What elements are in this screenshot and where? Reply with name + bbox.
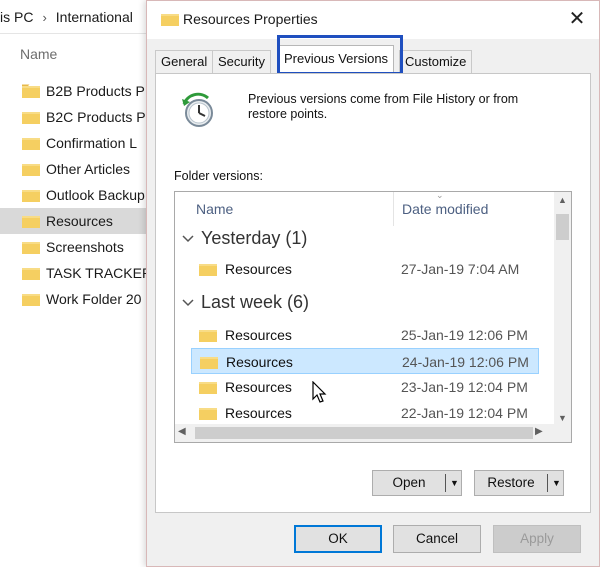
column-header-name[interactable]: Name	[196, 201, 233, 217]
list-item-label: TASK TRACKER	[46, 265, 153, 281]
folder-icon	[199, 262, 217, 276]
table-row-selected[interactable]: Resources 24-Jan-19 12:06 PM	[191, 348, 539, 374]
row-name: Resources	[225, 261, 292, 277]
row-name: Resources	[225, 379, 292, 395]
scrollbar-thumb[interactable]	[556, 214, 569, 240]
column-header-date-modified[interactable]: Date modified	[402, 201, 488, 217]
dialog-title: Resources Properties	[183, 11, 318, 27]
list-item-label: B2B Products P	[46, 83, 145, 99]
horizontal-scrollbar[interactable]: ◀ ▶	[175, 424, 571, 442]
address-bar[interactable]: is PC › International	[0, 0, 160, 34]
folder-icon	[22, 240, 40, 254]
list-item-label: Resources	[46, 213, 113, 229]
tab-customize[interactable]: Customize	[399, 50, 473, 73]
table-row[interactable]: Resources 23-Jan-19 12:04 PM	[191, 374, 539, 400]
folder-icon	[22, 136, 40, 150]
row-date: 22-Jan-19 12:04 PM	[401, 405, 528, 421]
table-row[interactable]: Resources 27-Jan-19 7:04 AM	[191, 256, 539, 282]
folder-icon	[22, 84, 40, 98]
folder-icon	[22, 188, 40, 202]
list-item-label: Outlook Backup	[46, 187, 145, 203]
list-item[interactable]: Outlook Backup	[0, 182, 160, 208]
apply-button[interactable]: Apply	[493, 525, 581, 553]
tab-strip: General Security Previous Versions Custo…	[155, 45, 593, 74]
folder-icon	[22, 162, 40, 176]
restore-split-button[interactable]: Restore ▼	[474, 470, 564, 496]
row-name: Resources	[226, 354, 293, 370]
explorer-file-list: B2B Products P B2C Products P Confirmati…	[0, 78, 160, 312]
tab-previous-versions[interactable]: Previous Versions	[278, 45, 395, 74]
group-header-last-week[interactable]: Last week (6)	[175, 290, 555, 316]
open-split-button[interactable]: Open ▼	[372, 470, 462, 496]
file-history-clock-icon	[178, 90, 218, 130]
table-row[interactable]: Resources 25-Jan-19 12:06 PM	[191, 322, 539, 348]
row-date: 25-Jan-19 12:06 PM	[401, 327, 528, 343]
list-item[interactable]: Screenshots	[0, 234, 160, 260]
ok-button[interactable]: OK	[294, 525, 382, 553]
group-label: Yesterday (1)	[201, 228, 308, 248]
row-date: 27-Jan-19 7:04 AM	[401, 261, 520, 277]
folder-versions-list[interactable]: Name ⌄ Date modified Yesterday (1) Resou…	[174, 191, 572, 443]
scroll-left-icon[interactable]: ◀	[178, 426, 186, 437]
list-item-label: Screenshots	[46, 239, 124, 255]
breadcrumb-international[interactable]: International	[56, 0, 133, 33]
folder-icon	[22, 292, 40, 306]
cancel-button[interactable]: Cancel	[393, 525, 481, 553]
breadcrumb-separator: ›	[42, 10, 47, 25]
column-header-row: Name ⌄ Date modified	[175, 192, 555, 226]
folder-icon	[22, 214, 40, 228]
folder-icon	[200, 355, 218, 369]
table-row[interactable]: Resources 22-Jan-19 12:04 PM	[191, 400, 539, 426]
restore-button-label[interactable]: Restore	[475, 475, 547, 490]
chevron-down-icon[interactable]	[181, 230, 195, 244]
tab-security[interactable]: Security	[212, 50, 271, 73]
folder-versions-label: Folder versions:	[174, 169, 263, 183]
group-label: Last week (6)	[201, 292, 310, 312]
list-item[interactable]: Other Articles	[0, 156, 160, 182]
list-item-label: B2C Products P	[46, 109, 146, 125]
scrollbar-thumb[interactable]	[195, 427, 533, 439]
close-icon[interactable]: ✕	[565, 7, 589, 31]
scroll-down-icon[interactable]: ▼	[554, 413, 571, 423]
scroll-up-icon[interactable]: ▲	[554, 195, 571, 205]
open-button-label[interactable]: Open	[373, 475, 445, 490]
info-text: Previous versions come from File History…	[248, 92, 519, 121]
folder-icon	[199, 380, 217, 394]
row-date: 24-Jan-19 12:06 PM	[402, 354, 529, 370]
scroll-right-icon[interactable]: ▶	[535, 426, 543, 437]
list-item-label: Work Folder 20	[46, 291, 142, 307]
chevron-down-icon[interactable]	[181, 294, 195, 308]
properties-dialog: Resources Properties ✕ General Security …	[146, 0, 600, 567]
column-header-name[interactable]: Name	[20, 46, 57, 62]
previous-versions-panel: Previous versions come from File History…	[155, 73, 591, 513]
folder-icon	[22, 266, 40, 280]
column-divider[interactable]	[393, 192, 394, 226]
dialog-titlebar[interactable]: Resources Properties ✕	[147, 1, 599, 39]
sort-chevron-icon: ⌄	[436, 191, 444, 200]
folder-icon	[161, 12, 179, 26]
dropdown-arrow-icon[interactable]: ▼	[552, 477, 562, 489]
list-item[interactable]: B2B Products P	[0, 78, 160, 104]
tab-general[interactable]: General	[155, 50, 214, 73]
breadcrumb-this-pc[interactable]: is PC	[0, 0, 33, 33]
mouse-cursor-icon	[312, 380, 328, 405]
vertical-scrollbar[interactable]: ▲ ▼	[554, 192, 571, 426]
row-date: 23-Jan-19 12:04 PM	[401, 379, 528, 395]
list-item[interactable]: Confirmation L	[0, 130, 160, 156]
folder-icon	[22, 110, 40, 124]
row-name: Resources	[225, 405, 292, 421]
group-header-yesterday[interactable]: Yesterday (1)	[175, 226, 555, 252]
list-item[interactable]: Work Folder 20	[0, 286, 160, 312]
folder-icon	[199, 406, 217, 420]
list-item-label: Confirmation L	[46, 135, 138, 151]
dropdown-arrow-icon[interactable]: ▼	[450, 477, 460, 489]
row-name: Resources	[225, 327, 292, 343]
button-separator	[547, 474, 548, 492]
button-separator	[445, 474, 446, 492]
folder-icon	[199, 328, 217, 342]
list-item-selected[interactable]: Resources	[0, 208, 160, 234]
list-item[interactable]: B2C Products P	[0, 104, 160, 130]
list-item[interactable]: TASK TRACKER	[0, 260, 160, 286]
list-item-label: Other Articles	[46, 161, 131, 177]
